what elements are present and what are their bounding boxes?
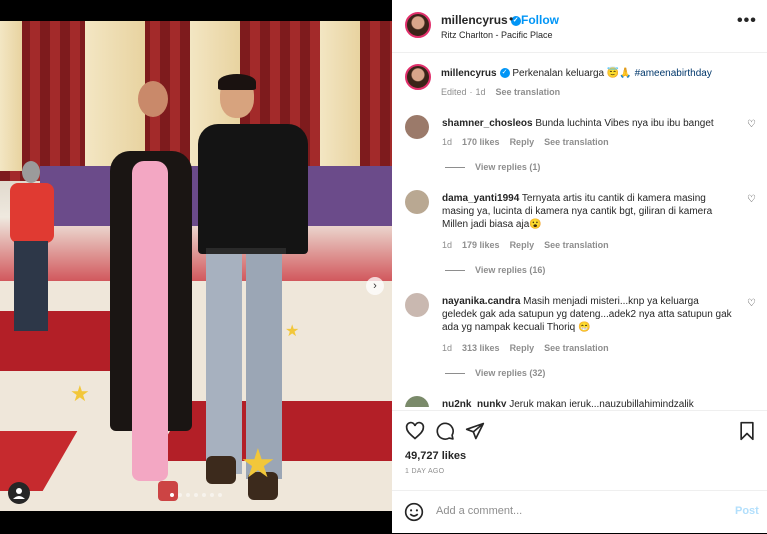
floor-star: ★ <box>240 442 276 486</box>
floor-star: ★ <box>285 323 300 340</box>
comment-text: Bunda luchinta Vibes nya ibu ibu banget <box>535 118 714 129</box>
media-panel: ★ ★ ★ › <box>0 0 392 533</box>
comment-avatar[interactable] <box>405 396 429 407</box>
reply-button[interactable]: Reply <box>510 343 535 353</box>
carousel-dot <box>186 493 190 497</box>
post-comment-button[interactable]: Post <box>735 505 759 517</box>
comment-avatar[interactable] <box>405 293 429 317</box>
comment-icon <box>436 422 454 440</box>
see-translation-link[interactable]: See translation <box>496 87 561 97</box>
comment-username[interactable]: nayanika.candra <box>442 296 520 307</box>
comment: shamner_chosleos Bunda luchinta Vibes ny… <box>442 117 742 130</box>
tag-user-icon <box>13 488 25 499</box>
add-comment-bar: Post <box>392 490 767 534</box>
share-button[interactable] <box>465 421 485 444</box>
avatar[interactable] <box>405 12 431 38</box>
view-replies-button[interactable]: View replies (1) <box>445 162 540 172</box>
comment-meta: 1d 179 likes Reply See translation <box>442 240 609 250</box>
carousel-dot <box>194 493 198 497</box>
tagged-users-button[interactable] <box>8 482 30 504</box>
verified-icon: ✓ <box>499 68 510 79</box>
carousel-dot <box>210 493 214 497</box>
more-icon[interactable]: ••• <box>737 12 757 30</box>
bookmark-icon <box>740 421 754 441</box>
carousel-indicator <box>170 493 222 497</box>
comment-like-heart-icon[interactable]: ♡ <box>747 194 756 205</box>
caption-username[interactable]: millencyrus <box>441 68 497 79</box>
comment-meta: 1d 313 likes Reply See translation <box>442 343 609 353</box>
carousel-dot <box>218 493 222 497</box>
comments-section[interactable]: millencyrus ✓ Perkenalan keluarga 😇🙏 #ame… <box>392 53 767 407</box>
reply-button[interactable]: Reply <box>510 240 535 250</box>
see-translation-link[interactable]: See translation <box>544 137 609 147</box>
comment-like-heart-icon[interactable]: ♡ <box>747 119 756 130</box>
comment-text: Jeruk makan jeruk...nauzubillahimindzali… <box>509 399 694 407</box>
floor-star: ★ <box>70 381 90 406</box>
post-photo[interactable]: ★ ★ ★ › <box>0 21 392 511</box>
view-replies-button[interactable]: View replies (16) <box>445 265 545 275</box>
comment: dama_yanti1994 Ternyata artis itu cantik… <box>442 192 732 231</box>
emoji-button[interactable] <box>404 502 424 525</box>
post-location[interactable]: Ritz Charlton - Pacific Place <box>441 30 553 40</box>
follow-button[interactable]: Follow <box>521 13 559 27</box>
comment-username[interactable]: dama_yanti1994 <box>442 193 519 204</box>
view-replies-button[interactable]: View replies (32) <box>445 368 545 378</box>
caption: millencyrus ✓ Perkenalan keluarga 😇🙏 #ame… <box>441 67 751 80</box>
comment: nayanika.candra Masih menjadi misteri...… <box>442 295 732 334</box>
comment-avatar[interactable] <box>405 190 429 214</box>
chevron-right-icon: › <box>373 280 377 292</box>
carousel-next-button[interactable]: › <box>366 277 384 295</box>
caption-hashtag[interactable]: #ameenabirthday <box>635 68 712 79</box>
carousel-dot <box>170 493 174 497</box>
post-details-panel: millencyrus ✓ • Follow Ritz Charlton - Pa… <box>392 0 767 533</box>
comment-avatar[interactable] <box>405 115 429 139</box>
likes-count[interactable]: 49,727 likes <box>405 450 466 462</box>
comment-username[interactable]: shamner_chosleos <box>442 118 533 129</box>
comment-button[interactable] <box>435 421 455 444</box>
post-header: millencyrus ✓ • Follow Ritz Charlton - Pa… <box>392 0 767 53</box>
heart-icon <box>405 421 425 440</box>
woman-figure <box>100 77 200 511</box>
carousel-dot <box>178 493 182 497</box>
emoji-icon <box>404 502 424 522</box>
see-translation-link[interactable]: See translation <box>544 240 609 250</box>
see-translation-link[interactable]: See translation <box>544 343 609 353</box>
carousel-dot <box>202 493 206 497</box>
share-icon <box>465 422 485 440</box>
caption-avatar[interactable] <box>405 64 431 90</box>
comment-meta: 1d 170 likes Reply See translation <box>442 137 609 147</box>
comment: nu2nk_nunky Jeruk makan jeruk...nauzubil… <box>442 398 742 407</box>
caption-meta: Edited · 1d See translation <box>441 87 561 97</box>
reply-button[interactable]: Reply <box>510 137 535 147</box>
comment-input[interactable] <box>434 504 718 518</box>
like-button[interactable] <box>405 421 425 444</box>
save-button[interactable] <box>738 421 756 444</box>
comment-like-heart-icon[interactable]: ♡ <box>747 298 756 309</box>
post-date: 1 DAY AGO <box>405 468 445 475</box>
background-people <box>4 161 64 341</box>
comment-username[interactable]: nu2nk_nunky <box>442 399 506 407</box>
caption-text: Perkenalan keluarga 😇🙏 <box>512 68 632 79</box>
post-username[interactable]: millencyrus <box>441 13 508 27</box>
